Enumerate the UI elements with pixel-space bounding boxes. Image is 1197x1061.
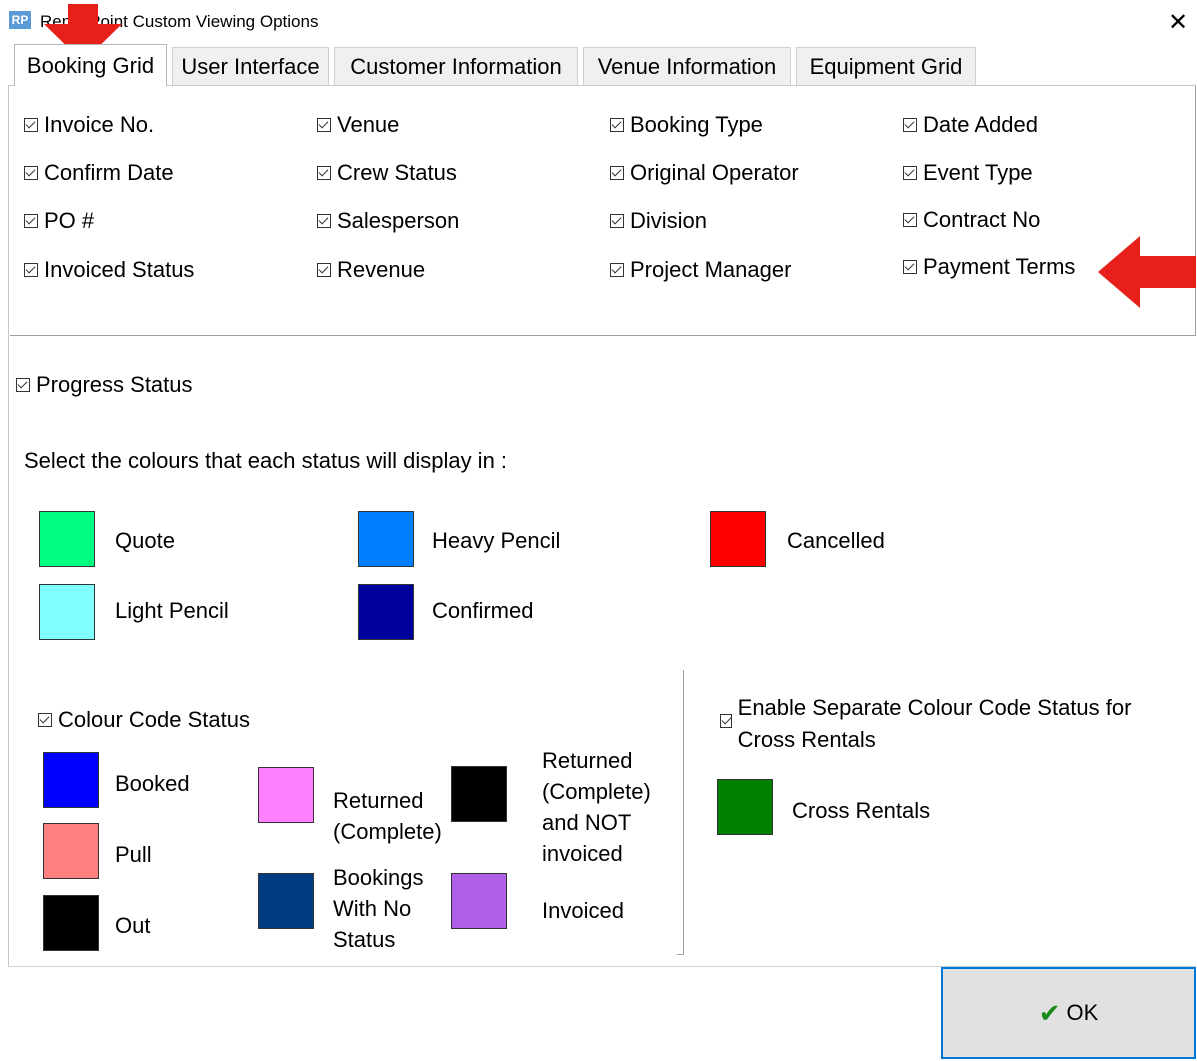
booked-label: Booked: [115, 771, 190, 796]
checkbox-checked-icon: [317, 263, 331, 277]
checkbox-checked-icon: [317, 118, 331, 132]
invoiced-label: Invoiced: [542, 898, 624, 923]
salesperson-checkbox[interactable]: Salesperson: [317, 207, 459, 235]
original-operator-checkbox[interactable]: Original Operator: [610, 159, 799, 187]
bookings-no-status-colour-swatch[interactable]: [258, 873, 314, 929]
separator: [683, 670, 684, 955]
ok-button[interactable]: ✔ OK: [941, 967, 1196, 1059]
checkbox-checked-icon: [610, 118, 624, 132]
cross-rentals-label: Cross Rentals: [792, 798, 931, 823]
checkbox-checked-icon: [24, 263, 38, 277]
checkbox-checked-icon: [317, 214, 331, 228]
returned-complete-label: Returned (Complete): [333, 788, 442, 844]
crew-status-checkbox[interactable]: Crew Status: [317, 159, 457, 187]
checkbox-checked-icon: [610, 263, 624, 277]
payment-terms-checkbox[interactable]: Payment Terms: [903, 253, 1075, 281]
checkbox-checked-icon: [903, 118, 917, 132]
venue-checkbox[interactable]: Venue: [317, 111, 399, 139]
contract-no-checkbox[interactable]: Contract No: [903, 206, 1040, 234]
event-type-checkbox[interactable]: Event Type: [903, 159, 1033, 187]
light-pencil-label: Light Pencil: [115, 598, 229, 623]
colour-instruction: Select the colours that each status will…: [24, 448, 508, 473]
out-label: Out: [115, 913, 151, 938]
checkmark-icon: ✔: [1038, 997, 1061, 1028]
quote-colour-swatch[interactable]: [39, 511, 95, 567]
progress-status-checkbox[interactable]: Progress Status: [16, 371, 193, 399]
cross-rentals-checkbox[interactable]: Enable Separate Colour Code Status for C…: [720, 692, 1170, 756]
separator: [10, 335, 1196, 336]
quote-label: Quote: [115, 528, 175, 553]
checkbox-checked-icon: [903, 260, 917, 274]
invoiced-status-checkbox[interactable]: Invoiced Status: [24, 256, 194, 284]
bookings-no-status-label: Bookings With No Status: [333, 865, 424, 952]
close-icon[interactable]: ✕: [1162, 7, 1194, 39]
confirmed-colour-swatch[interactable]: [358, 584, 414, 640]
checkbox-checked-icon: [24, 118, 38, 132]
division-checkbox[interactable]: Division: [610, 207, 707, 235]
separator: [677, 954, 684, 955]
tab-equipment-grid[interactable]: Equipment Grid: [796, 47, 976, 85]
checkbox-checked-icon: [610, 166, 624, 180]
heavy-pencil-label: Heavy Pencil: [432, 528, 561, 553]
po-number-checkbox[interactable]: PO #: [24, 207, 94, 235]
heavy-pencil-colour-swatch[interactable]: [358, 511, 414, 567]
tab-venue-information[interactable]: Venue Information: [583, 47, 791, 85]
checkbox-checked-icon: [720, 714, 732, 728]
confirm-date-checkbox[interactable]: Confirm Date: [24, 159, 174, 187]
revenue-checkbox[interactable]: Revenue: [317, 256, 425, 284]
cancelled-colour-swatch[interactable]: [710, 511, 766, 567]
confirmed-label: Confirmed: [432, 598, 534, 623]
returned-complete-colour-swatch[interactable]: [258, 767, 314, 823]
project-manager-checkbox[interactable]: Project Manager: [610, 256, 791, 284]
booked-colour-swatch[interactable]: [43, 752, 99, 808]
colour-code-status-checkbox[interactable]: Colour Code Status: [38, 706, 250, 734]
returned-not-invoiced-label: Returned (Complete) and NOT invoiced: [542, 748, 651, 866]
checkbox-checked-icon: [24, 214, 38, 228]
tab-user-interface[interactable]: User Interface: [172, 47, 329, 85]
checkbox-checked-icon: [38, 713, 52, 727]
pull-label: Pull: [115, 842, 152, 867]
light-pencil-colour-swatch[interactable]: [39, 584, 95, 640]
date-added-checkbox[interactable]: Date Added: [903, 111, 1038, 139]
invoice-no-checkbox[interactable]: Invoice No.: [24, 111, 154, 139]
pull-colour-swatch[interactable]: [43, 823, 99, 879]
booking-type-checkbox[interactable]: Booking Type: [610, 111, 763, 139]
tab-customer-information[interactable]: Customer Information: [334, 47, 578, 85]
returned-not-invoiced-colour-swatch[interactable]: [451, 766, 507, 822]
checkbox-checked-icon: [317, 166, 331, 180]
invoiced-colour-swatch[interactable]: [451, 873, 507, 929]
app-icon: RP: [9, 11, 31, 29]
cross-rentals-colour-swatch[interactable]: [717, 779, 773, 835]
tab-booking-grid[interactable]: Booking Grid: [14, 44, 167, 86]
checkbox-checked-icon: [16, 378, 30, 392]
checkbox-checked-icon: [903, 166, 917, 180]
annotation-arrow-icon: [1098, 236, 1196, 308]
checkbox-checked-icon: [24, 166, 38, 180]
cancelled-label: Cancelled: [787, 528, 885, 553]
out-colour-swatch[interactable]: [43, 895, 99, 951]
checkbox-checked-icon: [610, 214, 624, 228]
checkbox-checked-icon: [903, 213, 917, 227]
